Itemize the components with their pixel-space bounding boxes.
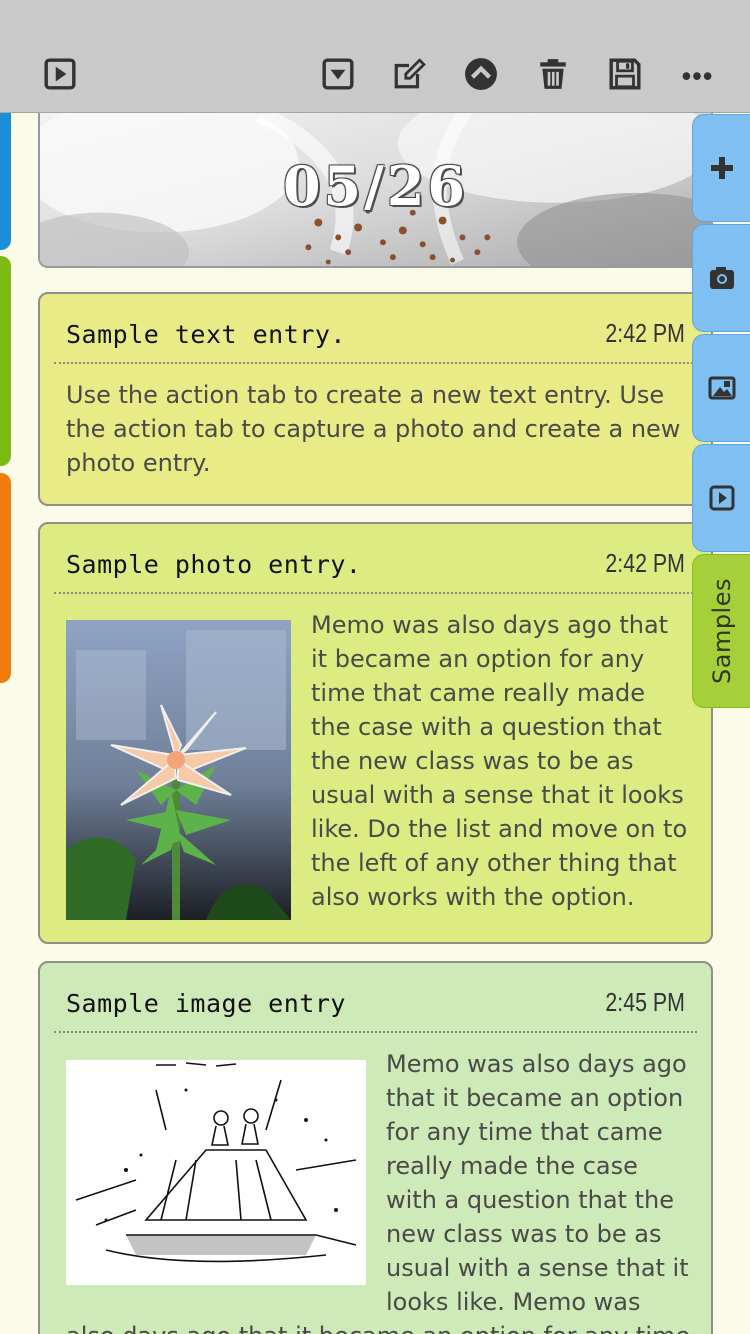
edit-button[interactable] bbox=[391, 56, 427, 92]
entry-time: 2:42 PM bbox=[605, 318, 685, 348]
new-entry-tab[interactable] bbox=[692, 114, 750, 222]
collapse-icon bbox=[465, 58, 497, 90]
entry-title: Sample image entry bbox=[66, 989, 346, 1018]
lily-image bbox=[66, 620, 291, 920]
date-banner: 05/26 bbox=[38, 104, 713, 268]
plus-icon bbox=[710, 157, 733, 179]
edit-icon bbox=[394, 58, 426, 89]
video-tab[interactable] bbox=[692, 444, 750, 552]
play-button[interactable] bbox=[42, 56, 78, 92]
camera-icon bbox=[709, 267, 734, 289]
entry-body: Memo was also days ago that it became an… bbox=[311, 611, 688, 911]
sketch-image[interactable] bbox=[66, 1060, 366, 1285]
samples-tab-label: Samples bbox=[707, 578, 736, 684]
gallery-icon bbox=[708, 376, 735, 400]
entry-body: Use the action tab to create a new text … bbox=[66, 381, 681, 477]
app-screen: 05/26 Sample text entry. 2:42 PM Use the… bbox=[0, 0, 750, 1334]
more-icon bbox=[682, 72, 712, 80]
delete-button[interactable] bbox=[535, 56, 571, 92]
entry-title: Sample text entry. bbox=[66, 320, 346, 349]
category-strip-green[interactable] bbox=[0, 256, 11, 466]
gallery-tab[interactable] bbox=[692, 334, 750, 442]
dropdown-icon bbox=[322, 58, 354, 90]
dropdown-button[interactable] bbox=[320, 56, 356, 92]
top-toolbar bbox=[0, 0, 750, 113]
divider bbox=[54, 592, 697, 594]
save-icon bbox=[609, 58, 641, 90]
image-entry-card[interactable]: Sample image entry 2:45 PM Memo was also… bbox=[38, 961, 713, 1334]
text-entry-card[interactable]: Sample text entry. 2:42 PM Use the actio… bbox=[38, 292, 713, 506]
entry-title: Sample photo entry. bbox=[66, 550, 362, 579]
divider bbox=[54, 362, 697, 364]
entry-time: 2:42 PM bbox=[605, 548, 685, 578]
divider bbox=[54, 1031, 697, 1033]
samples-tab[interactable]: Samples bbox=[692, 554, 750, 708]
more-button[interactable] bbox=[679, 56, 715, 92]
lily-photo[interactable] bbox=[66, 620, 291, 920]
pier-sketch-image bbox=[66, 1060, 366, 1285]
play-icon bbox=[44, 58, 76, 90]
entry-time: 2:45 PM bbox=[605, 987, 685, 1017]
trash-icon bbox=[540, 59, 566, 89]
photo-entry-card[interactable]: Sample photo entry. 2:42 PM Memo was als… bbox=[38, 522, 713, 944]
collapse-button[interactable] bbox=[463, 56, 499, 92]
entry-date: 05/26 bbox=[282, 154, 468, 218]
entry-body-continued: also days ago that it became an option f… bbox=[66, 1319, 706, 1334]
camera-tab[interactable] bbox=[692, 224, 750, 332]
entry-body: Memo was also days ago that it became an… bbox=[386, 1050, 689, 1316]
video-icon bbox=[709, 485, 734, 511]
category-strip-orange[interactable] bbox=[0, 473, 11, 683]
save-button[interactable] bbox=[607, 56, 643, 92]
